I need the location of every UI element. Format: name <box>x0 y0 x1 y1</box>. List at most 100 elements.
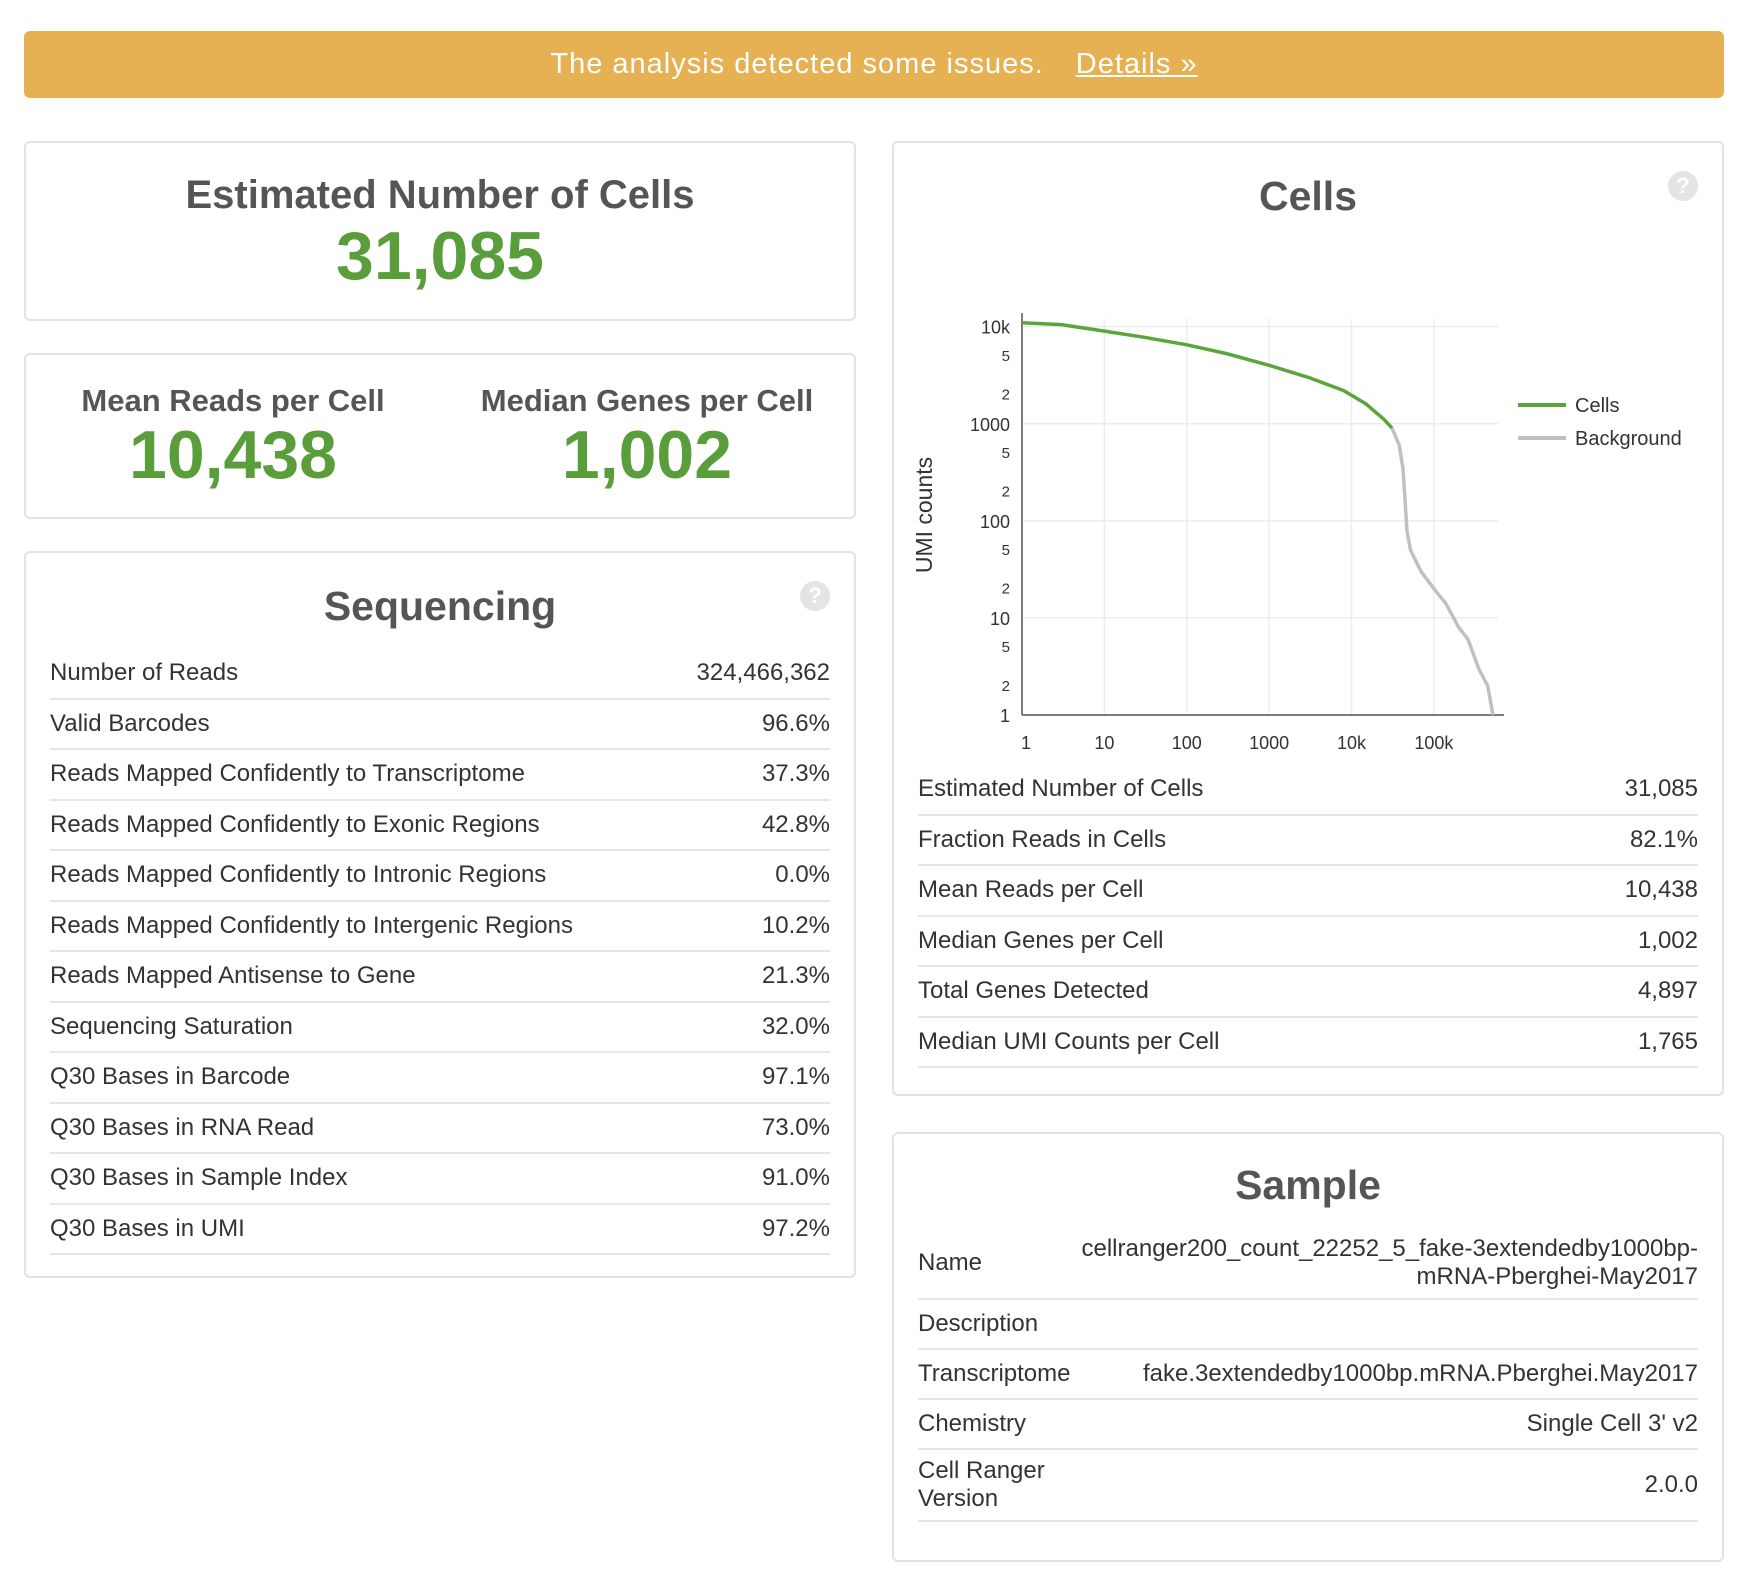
row-label: Median Genes per Cell <box>918 926 1164 954</box>
median-genes-block: Median Genes per Cell 1,002 <box>440 355 854 517</box>
table-row: Q30 Bases in UMI 97.2% <box>50 1205 830 1255</box>
table-row: Reads Mapped Confidently to Exonic Regio… <box>50 801 830 851</box>
row-value: 96.6% <box>761 709 830 737</box>
sequencing-table: Number of Reads 324,466,362 Valid Barcodes… <box>50 649 830 1255</box>
table-row: Estimated Number of Cells 31,085 <box>918 765 1698 816</box>
table-row: Mean Reads per Cell 10,438 <box>918 866 1698 917</box>
table-row: Reads Mapped Antisense to Gene 21.3% <box>50 952 830 1003</box>
mean-reads-value: 10,438 <box>129 417 337 493</box>
row-label: Name <box>918 1249 983 1276</box>
row-value: 97.2% <box>761 1214 830 1242</box>
row-label: Q30 Bases in RNA Read <box>50 1113 315 1141</box>
table-row: Median UMI Counts per Cell 1,765 <box>918 1018 1698 1068</box>
y-tick-label: 1 <box>1000 706 1010 726</box>
sample-card: Sample Name cellranger200_count_22252_5_f… <box>892 1132 1724 1562</box>
help-icon[interactable]: ? <box>1668 171 1698 201</box>
row-value: 37.3% <box>761 760 830 788</box>
table-row: Valid Barcodes 96.6% <box>50 700 830 750</box>
sequencing-card: Sequencing ? Number of Reads 324,466,362 V… <box>24 551 856 1278</box>
series-background-line <box>1390 427 1495 716</box>
row-value: Single Cell 3' v2 <box>1526 1410 1698 1437</box>
row-label: Sequencing Saturation <box>50 1012 293 1040</box>
details-link[interactable]: Details » <box>1076 48 1198 81</box>
row-label: Reads Mapped Confidently to Intergenic R… <box>50 911 573 939</box>
y-tick-label: 100 <box>980 512 1010 532</box>
row-label: Reads Mapped Confidently to Transcriptom… <box>50 760 525 788</box>
row-label: Q30 Bases in Barcode <box>50 1063 291 1091</box>
row-value: 21.3% <box>761 962 830 990</box>
row-label: Fraction Reads in Cells <box>918 825 1167 853</box>
table-row: Total Genes Detected 4,897 <box>918 967 1698 1018</box>
x-tick-label: 100k <box>1414 733 1454 753</box>
help-icon[interactable]: ? <box>800 581 830 611</box>
table-row: Fraction Reads in Cells 82.1% <box>918 816 1698 866</box>
row-label: Description <box>918 1310 1039 1337</box>
y-tick-label: 2 <box>1002 484 1010 501</box>
table-row: Median Genes per Cell 1,002 <box>918 917 1698 967</box>
cells-card: Cells ? 1 2 5 10 2 5 100 2 5 1000 2 5 10k 1 10 100 1000 1… <box>892 141 1724 1096</box>
median-genes-value: 1,002 <box>561 417 733 493</box>
x-tick-label: 10 <box>1094 733 1114 753</box>
row-value: 2.0.0 <box>1644 1471 1698 1498</box>
y-tick-label: 1000 <box>970 415 1010 435</box>
estimated-cells-title: Estimated Number of Cells <box>185 173 695 217</box>
table-row: Transcriptome fake.3extendedby1000bp.mRNA… <box>918 1350 1698 1400</box>
table-row: Sequencing Saturation 32.0% <box>50 1003 830 1053</box>
mean-reads-block: Mean Reads per Cell 10,438 <box>26 355 440 517</box>
row-value: 31,085 <box>1624 775 1698 803</box>
cells-title: Cells <box>1259 173 1357 219</box>
row-value: 97.1% <box>761 1063 830 1091</box>
row-label: Chemistry <box>918 1410 1027 1437</box>
row-value: 4,897 <box>1637 977 1698 1005</box>
row-label: Estimated Number of Cells <box>918 775 1204 803</box>
issues-banner: The analysis detected some issues. Detai… <box>24 31 1724 98</box>
legend-label: Cells <box>1575 395 1619 417</box>
row-value: 1,765 <box>1637 1027 1698 1055</box>
table-row: Q30 Bases in Sample Index 91.0% <box>50 1154 830 1205</box>
y-axis-label: UMI counts <box>911 457 937 573</box>
row-label: Number of Reads <box>50 659 239 687</box>
x-tick-label: 1000 <box>1249 733 1289 753</box>
table-row: Reads Mapped Confidently to Transcriptom… <box>50 750 830 801</box>
cells-table: Estimated Number of Cells 31,085 Fraction … <box>918 765 1698 1068</box>
row-value: 0.0% <box>775 861 830 889</box>
row-value: 10,438 <box>1624 876 1698 904</box>
row-label: Cell Ranger Version <box>918 1457 1045 1512</box>
table-row: Chemistry Single Cell 3' v2 <box>918 1400 1698 1450</box>
table-row: Reads Mapped Confidently to Intergenic R… <box>50 902 830 952</box>
barcode-rank-chart: 1 2 5 10 2 5 100 2 5 1000 2 5 10k 1 10 100 1000 10k 100k Ba… <box>911 313 1682 753</box>
y-tick-label: 2 <box>1002 678 1010 695</box>
y-tick-label: 10k <box>981 318 1011 338</box>
table-row: Cell Ranger Version 2.0.0 <box>918 1450 1698 1522</box>
table-row: Q30 Bases in Barcode 97.1% <box>50 1053 830 1104</box>
row-value: 1,002 <box>1637 926 1698 954</box>
x-tick-label: 1 <box>1021 733 1031 753</box>
y-tick-label: 10 <box>990 609 1010 629</box>
row-label: Total Genes Detected <box>918 977 1149 1005</box>
row-value: 82.1% <box>1629 825 1698 853</box>
table-row: Description <box>918 1300 1698 1350</box>
sample-table: Name cellranger200_count_22252_5_fake-3ex… <box>918 1228 1698 1522</box>
y-tick-label: 2 <box>1002 387 1010 404</box>
sequencing-title: Sequencing <box>323 583 557 629</box>
y-tick-label: 5 <box>1002 348 1010 365</box>
row-label: Q30 Bases in UMI <box>50 1214 245 1242</box>
row-value: 324,466,362 <box>696 659 830 687</box>
row-value: fake.3extendedby1000bp.mRNA.Pberghei.May… <box>1142 1360 1698 1387</box>
y-tick-label: 5 <box>1002 445 1010 462</box>
row-value: 91.0% <box>761 1164 830 1192</box>
legend-label: Background <box>1575 428 1682 450</box>
y-tick-label: 5 <box>1002 542 1010 559</box>
estimated-cells-value: 31,085 <box>336 218 544 294</box>
table-row: Q30 Bases in RNA Read 73.0% <box>50 1104 830 1154</box>
sample-title: Sample <box>1235 1162 1381 1208</box>
row-label: Q30 Bases in Sample Index <box>50 1164 348 1192</box>
banner-message: The analysis detected some issues. <box>550 48 1044 80</box>
row-value: 32.0% <box>761 1012 830 1040</box>
row-label: Median UMI Counts per Cell <box>918 1027 1220 1055</box>
row-label: Reads Mapped Confidently to Intronic Reg… <box>50 861 547 889</box>
row-label: Valid Barcodes <box>50 709 210 737</box>
row-value: 42.8% <box>761 810 830 838</box>
row-value: 10.2% <box>761 911 830 939</box>
x-tick-label: 10k <box>1337 733 1367 753</box>
